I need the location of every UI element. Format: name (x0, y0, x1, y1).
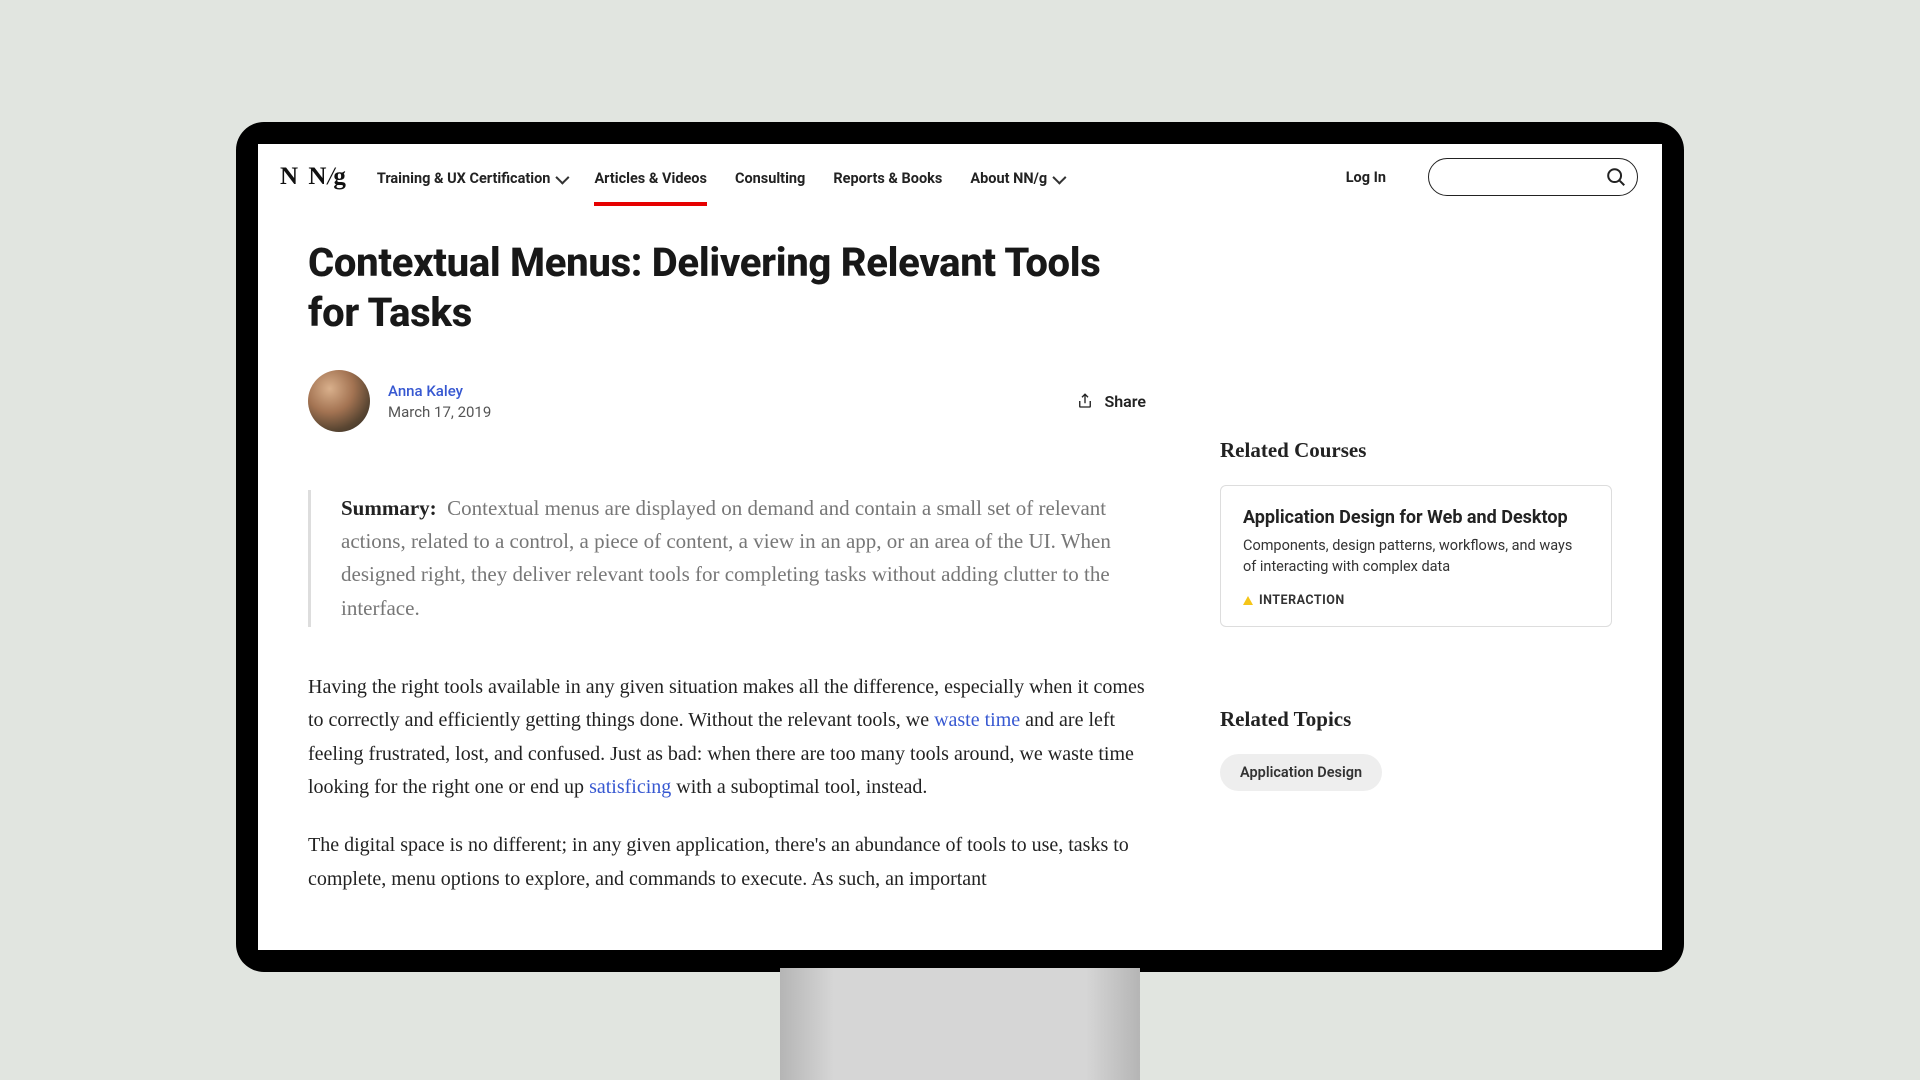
article-main: Contextual Menus: Delivering Relevant To… (308, 238, 1150, 920)
link-waste-time[interactable]: waste time (934, 709, 1020, 731)
article-summary: Summary: Contextual menus are displayed … (308, 490, 1150, 627)
topic-pill[interactable]: Application Design (1220, 754, 1382, 791)
sidebar: Related Courses Application Design for W… (1220, 238, 1612, 920)
author-avatar[interactable] (308, 370, 370, 432)
body-paragraph: The digital space is no different; in an… (308, 829, 1150, 896)
body-paragraph: Having the right tools available in any … (308, 671, 1150, 805)
nav-label: About NN/g (970, 170, 1047, 187)
author-block: Anna Kaley March 17, 2019 (388, 382, 491, 421)
chevron-down-icon (1053, 170, 1067, 184)
logo[interactable]: N N/g (280, 163, 353, 191)
summary-label: Summary: (341, 496, 437, 520)
course-card[interactable]: Application Design for Web and Desktop C… (1220, 485, 1612, 627)
screen: N N/g Training & UX Certification Articl… (258, 144, 1662, 950)
course-tag-label: INTERACTION (1259, 593, 1345, 608)
course-title: Application Design for Web and Desktop (1243, 506, 1589, 530)
summary-text: Contextual menus are displayed on demand… (341, 496, 1111, 620)
nav-label: Reports & Books (833, 170, 942, 187)
share-icon (1076, 392, 1094, 410)
site-header: N N/g Training & UX Certification Articl… (258, 144, 1662, 210)
nav-articles[interactable]: Articles & Videos (594, 148, 707, 206)
nav-reports[interactable]: Reports & Books (833, 148, 942, 206)
monitor-bezel: N N/g Training & UX Certification Articl… (236, 122, 1684, 972)
search-icon (1605, 166, 1627, 188)
article-title: Contextual Menus: Delivering Relevant To… (308, 238, 1150, 338)
nav-consulting[interactable]: Consulting (735, 148, 805, 206)
nav-training[interactable]: Training & UX Certification (377, 148, 567, 206)
share-button[interactable]: Share (1076, 392, 1146, 411)
nav-label: Consulting (735, 170, 805, 187)
author-link[interactable]: Anna Kaley (388, 382, 491, 400)
related-courses-heading: Related Courses (1220, 438, 1612, 463)
monitor-stand (780, 968, 1140, 1080)
course-description: Components, design patterns, workflows, … (1243, 536, 1589, 577)
course-tag: INTERACTION (1243, 593, 1589, 608)
nav-label: Articles & Videos (594, 170, 707, 187)
primary-nav: Training & UX Certification Articles & V… (377, 148, 1063, 206)
triangle-icon (1243, 596, 1253, 605)
search-input[interactable] (1428, 158, 1638, 196)
article-meta: Anna Kaley March 17, 2019 Share (308, 370, 1150, 432)
content-area: Contextual Menus: Delivering Relevant To… (258, 210, 1662, 920)
article-date: March 17, 2019 (388, 403, 491, 421)
link-satisficing[interactable]: satisficing (589, 776, 671, 798)
related-topics-heading: Related Topics (1220, 707, 1612, 732)
login-link[interactable]: Log In (1346, 169, 1386, 186)
article-body: Having the right tools available in any … (308, 671, 1150, 897)
nav-about[interactable]: About NN/g (970, 148, 1063, 206)
chevron-down-icon (556, 170, 570, 184)
share-label: Share (1104, 392, 1146, 411)
nav-label: Training & UX Certification (377, 170, 551, 187)
